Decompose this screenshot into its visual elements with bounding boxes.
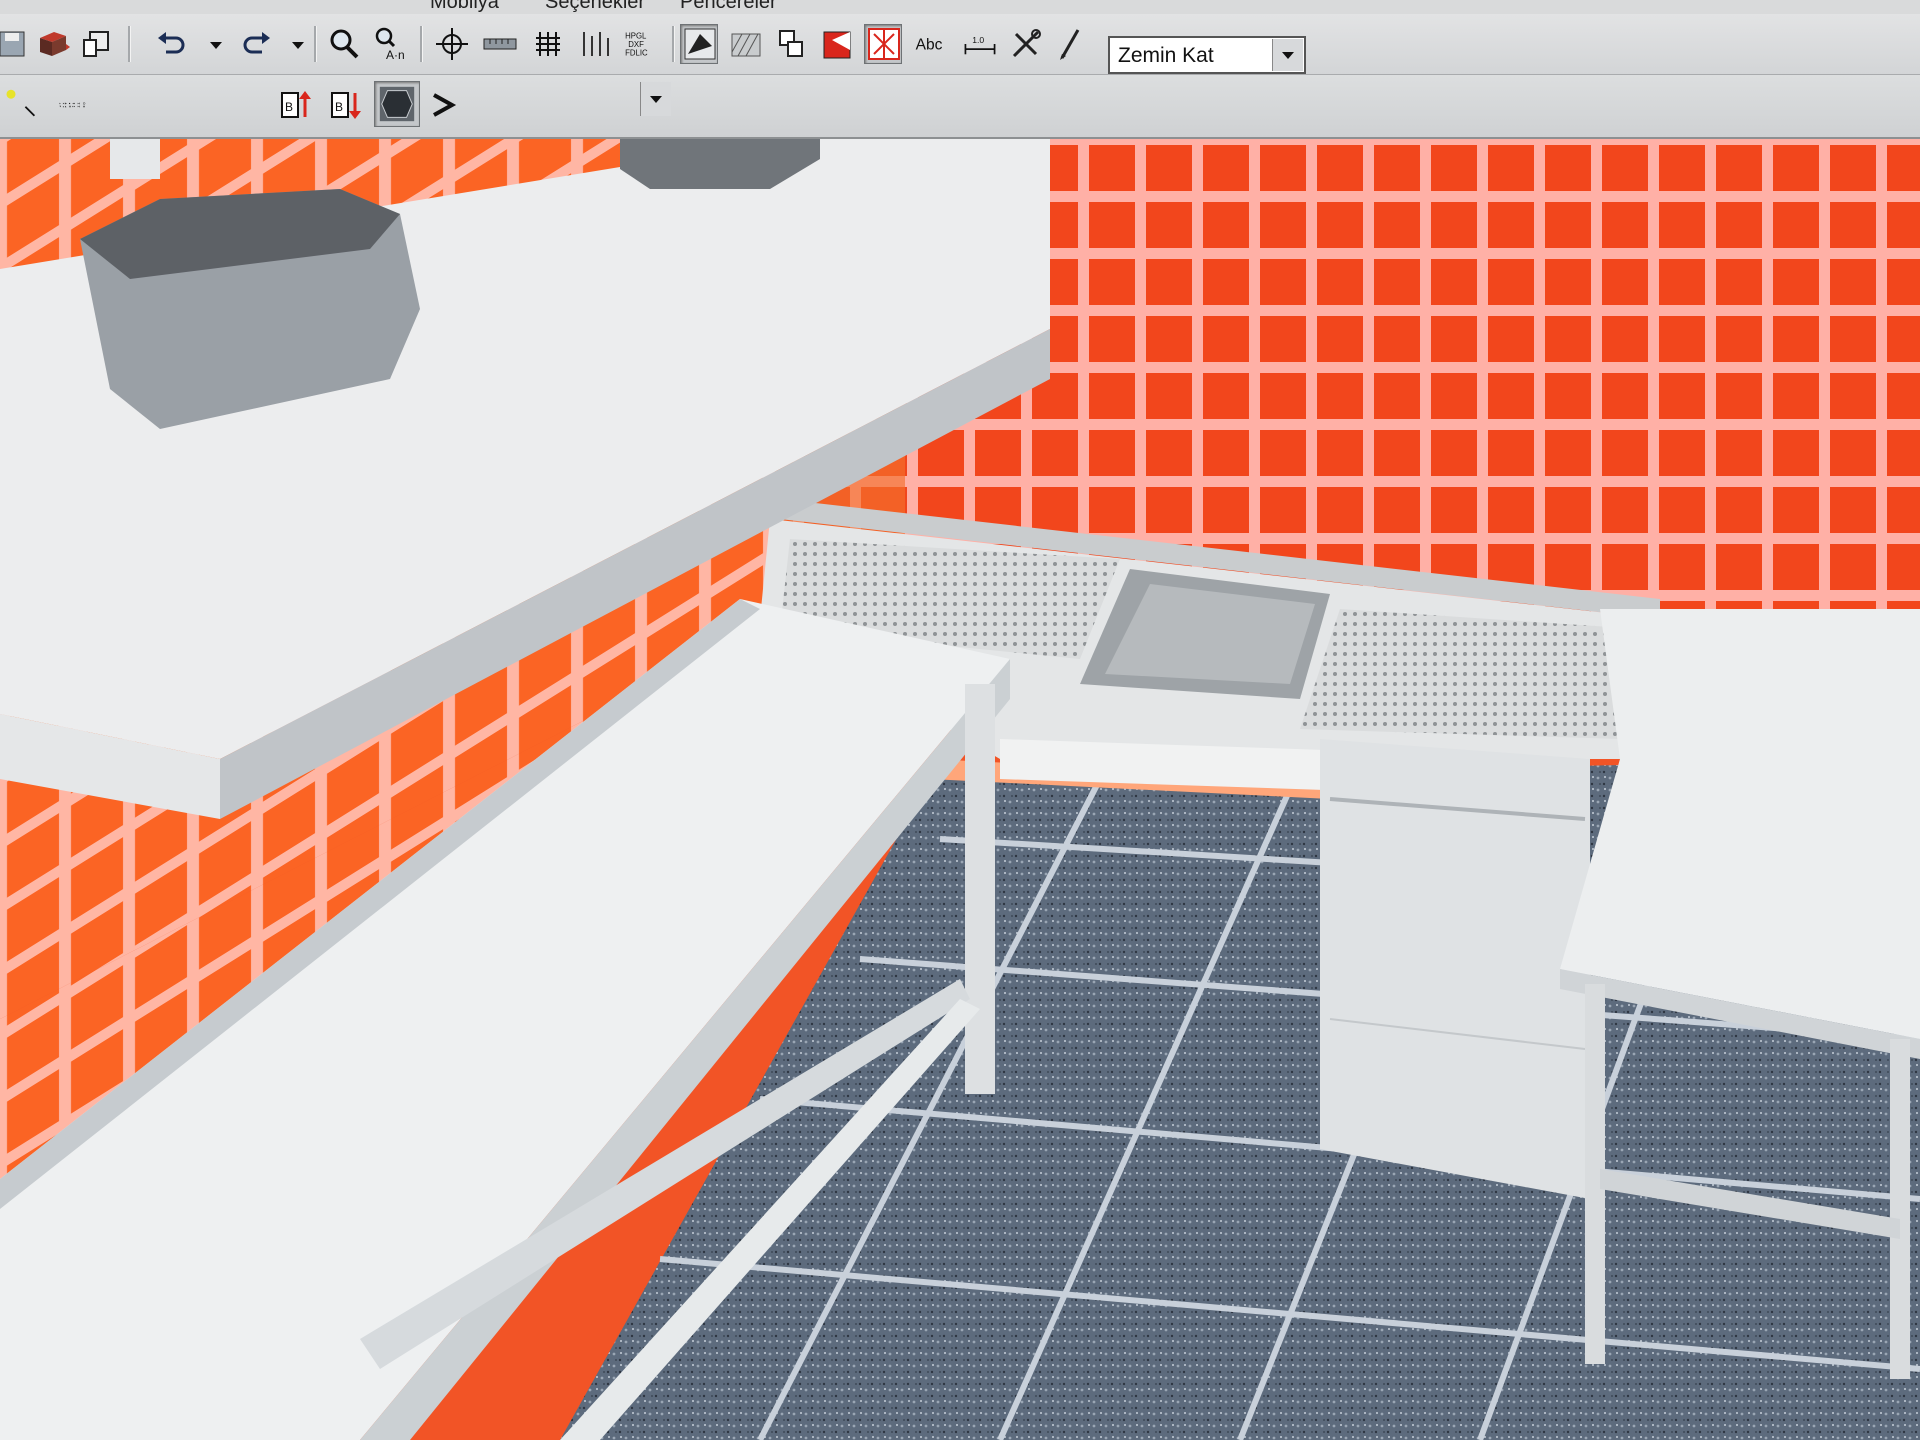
save-icon [0,31,25,57]
marker-icon [6,89,36,117]
ruler-icon [483,38,517,50]
pen-button[interactable] [1050,24,1088,64]
fdlic-label: FDLIC [625,49,648,58]
snap-icon [868,28,900,60]
zoom-button[interactable] [324,24,362,64]
chevron-down-icon [210,42,222,49]
kitchen-3d-render[interactable] [0,139,1920,1440]
playback-controls[interactable] [56,85,246,125]
section-button[interactable] [772,24,810,64]
grid-icon [536,32,560,56]
fill-icon [823,31,851,59]
render-button[interactable] [680,24,718,64]
cabinet-insert-button[interactable] [34,24,72,64]
undo-button[interactable] [152,24,190,64]
svg-text:A·n: A·n [386,48,405,62]
crosshair-button[interactable] [432,24,470,64]
level-down-button[interactable]: B [326,85,364,125]
svg-text:B: B [285,100,293,114]
undo-dropdown[interactable] [196,24,222,64]
right-drainboard [1300,609,1640,739]
text-tool-label: Abc [916,37,943,54]
3d-view-icon [379,86,415,122]
crosshair-icon [436,28,468,60]
redo-dropdown[interactable] [278,24,304,64]
level-down-icon: B [331,92,361,119]
copy-icon [83,31,109,57]
3d-viewport[interactable] [0,139,1920,1440]
chevron-down-icon[interactable] [640,82,671,116]
render-icon [684,28,716,60]
chevron-down-icon[interactable] [1272,39,1303,71]
run-button[interactable] [424,85,457,125]
menu-bar: Mobilya Seçenekler Pencereler [0,0,1920,14]
secondary-toolbar: B B [0,75,1920,195]
fill-button[interactable] [818,24,856,64]
zoom-extents-button[interactable]: A·n [370,24,408,64]
floor-select-value: Zemin Kat [1118,44,1214,67]
cabinet-insert-icon [40,32,70,56]
dimension-label: 1.0 [972,35,984,45]
svg-text:B: B [335,100,343,114]
hatch-button[interactable] [726,24,764,64]
redo-button[interactable] [236,24,274,64]
copy-button[interactable] [76,24,114,64]
dimension-icon: 1.0 [964,35,996,55]
hpgl-label: HPGL [625,32,647,41]
dxf-label: DXF [628,40,644,49]
tools-icon [1012,29,1041,58]
align-icon [583,32,609,56]
snap-button[interactable] [864,24,902,64]
marker-button[interactable] [0,85,40,125]
align-button[interactable] [576,24,614,64]
export-button[interactable]: HPGL DXF FDLIC [620,24,666,64]
chevron-down-icon [292,42,304,49]
menu-secenekler[interactable]: Seçenekler [545,0,645,14]
dimension-button[interactable]: 1.0 [960,24,1002,64]
redo-icon [243,32,270,54]
save-button[interactable] [0,24,30,64]
menu-mobilya[interactable]: Mobilya [430,0,499,14]
level-up-button[interactable]: B [276,85,314,125]
run-icon [433,93,457,117]
text-tool-button[interactable]: Abc [912,24,956,64]
hatch-icon [731,33,761,57]
pen-icon [1060,29,1080,60]
3d-view-button[interactable] [374,81,420,127]
tools-button[interactable] [1006,24,1044,64]
right-worktable [1560,609,1920,1039]
floor-select[interactable]: Zemin Kat [1108,36,1306,74]
text-icon: Abc [916,37,943,54]
playback-icons [59,102,86,108]
export-icon: HPGL DXF FDLIC [625,32,648,58]
level-up-icon: B [281,91,311,118]
section-icon [779,30,803,57]
main-toolbar: A·n HPGL DXF FDLIC Abc 1.0 Zemin Kat [0,14,1920,75]
grid-button[interactable] [528,24,566,64]
zoom-extents-icon: A·n [375,27,405,62]
zoom-icon [330,29,359,59]
ruler-button[interactable] [480,24,518,64]
undo-icon [158,32,185,54]
menu-pencereler[interactable]: Pencereler [680,0,777,14]
